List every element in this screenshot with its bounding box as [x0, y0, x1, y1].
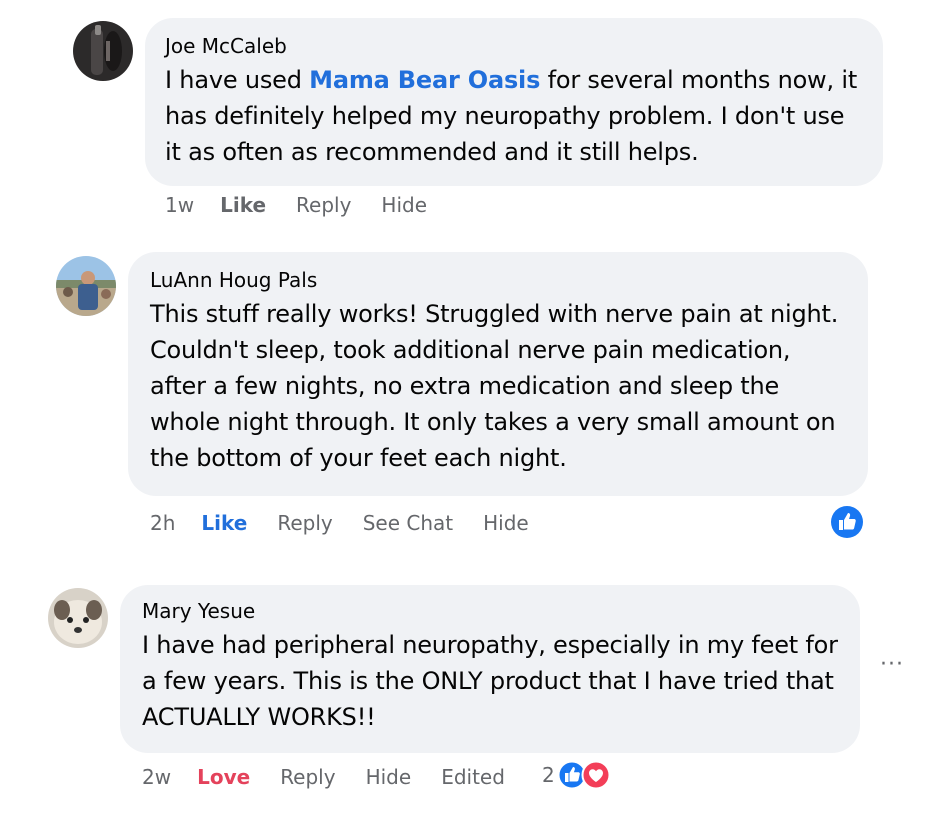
page-mention-link[interactable]: Mama Bear Oasis [309, 66, 540, 94]
comment-text: I have had peripheral neuropathy, especi… [142, 631, 838, 731]
hide-button[interactable]: Hide [483, 511, 529, 535]
comment-actions: 2w Love Reply Hide Edited [142, 765, 535, 789]
avatar[interactable] [56, 256, 116, 316]
see-chat-button[interactable]: See Chat [363, 511, 453, 535]
avatar[interactable] [48, 588, 108, 648]
comment-author[interactable]: Mary Yesue [142, 599, 840, 623]
comment-timestamp[interactable]: 2h [150, 511, 175, 535]
comment-author[interactable]: Joe McCaleb [165, 34, 863, 58]
comment-text: This stuff really works! Struggled with … [150, 300, 839, 472]
comment-text: I have used Mama Bear Oasis for several … [165, 62, 863, 170]
like-reaction-icon[interactable] [830, 505, 864, 539]
avatar[interactable] [73, 21, 133, 81]
reply-button[interactable]: Reply [280, 765, 335, 789]
comment-timestamp[interactable]: 1w [165, 193, 194, 217]
comment-actions: 2h Like Reply See Chat Hide [150, 511, 559, 535]
comment-text-start: I have used [165, 66, 310, 94]
hide-button[interactable]: Hide [366, 765, 412, 789]
like-button[interactable]: Like [220, 193, 266, 217]
comment-timestamp[interactable]: 2w [142, 765, 171, 789]
edited-label[interactable]: Edited [441, 765, 505, 789]
comment-bubble: Mary Yesue I have had peripheral neuropa… [120, 585, 860, 753]
avatar-photo-icon [48, 588, 108, 648]
avatar-photo-icon [56, 256, 116, 316]
avatar-photo-icon [73, 21, 133, 81]
like-button[interactable]: Like [201, 511, 247, 535]
love-reaction-icon [581, 760, 611, 790]
reply-button[interactable]: Reply [296, 193, 351, 217]
reply-button[interactable]: Reply [277, 511, 332, 535]
comment-bubble: LuAnn Houg Pals This stuff really works!… [128, 252, 868, 496]
reaction-summary[interactable]: 2 [542, 760, 611, 790]
reaction-count: 2 [542, 763, 555, 787]
hide-button[interactable]: Hide [381, 193, 427, 217]
more-options-button[interactable]: ··· [880, 652, 904, 677]
love-button[interactable]: Love [197, 765, 250, 789]
comment-actions: 1w Like Reply Hide [165, 193, 457, 217]
comment-bubble: Joe McCaleb I have used Mama Bear Oasis … [145, 18, 883, 186]
comment-author[interactable]: LuAnn Houg Pals [150, 268, 848, 292]
